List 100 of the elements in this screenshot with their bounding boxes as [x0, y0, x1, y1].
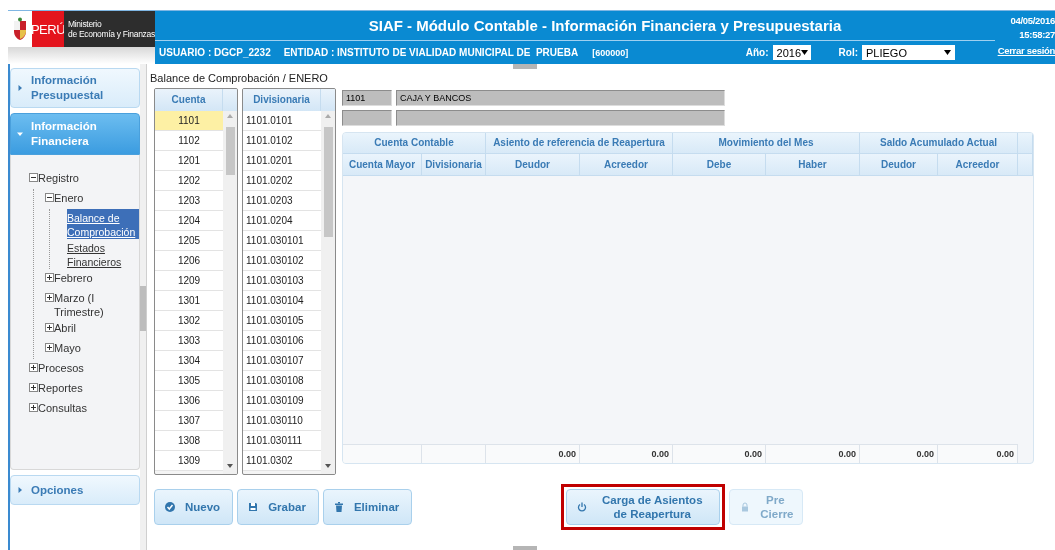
- list-row[interactable]: 1102: [155, 131, 223, 151]
- list-row[interactable]: 1209: [155, 271, 223, 291]
- total-cell: 0.00: [766, 444, 860, 463]
- action-button[interactable]: Nuevo: [154, 489, 234, 525]
- list-row[interactable]: 1308: [155, 431, 223, 451]
- list-row[interactable]: 1101.0302: [243, 451, 321, 471]
- collapse-icon[interactable]: [29, 173, 38, 182]
- trash-icon: [333, 502, 344, 512]
- list-row[interactable]: 1101.0203: [243, 191, 321, 211]
- splitter-handle[interactable]: [513, 546, 537, 550]
- caret-icon: [944, 50, 951, 55]
- power-icon: [577, 502, 588, 512]
- list-row[interactable]: 1101.030110: [243, 411, 321, 431]
- list-row[interactable]: 1101.030106: [243, 331, 321, 351]
- user-label: USUARIO : DGCP_2232: [159, 47, 271, 58]
- tree-item[interactable]: Registro: [38, 169, 79, 185]
- column-header: Deudor: [860, 154, 938, 176]
- subaccount-name-field[interactable]: [396, 110, 725, 126]
- accordion-header[interactable]: Opciones: [10, 475, 140, 505]
- list-row[interactable]: 1201: [155, 151, 223, 171]
- list-row[interactable]: 1101.030105: [243, 311, 321, 331]
- tree-item[interactable]: Enero: [54, 189, 84, 205]
- list-row[interactable]: 1101.030107: [243, 351, 321, 371]
- tree-link[interactable]: Estados Financieros: [67, 239, 139, 269]
- expand-icon[interactable]: [45, 293, 54, 302]
- list-row[interactable]: 1204: [155, 211, 223, 231]
- list-row[interactable]: 1309: [155, 451, 223, 471]
- check-icon: [165, 502, 175, 512]
- list-row[interactable]: 1101.030111: [243, 431, 321, 451]
- year-select[interactable]: 2016: [772, 45, 811, 60]
- tree-item[interactable]: Marzo (I Trimestre): [54, 289, 139, 319]
- list-row[interactable]: 1101.030103: [243, 271, 321, 291]
- list-row[interactable]: 1101.030108: [243, 371, 321, 391]
- list-row[interactable]: 1101.0202: [243, 171, 321, 191]
- list-row[interactable]: 1205: [155, 231, 223, 251]
- expand-icon[interactable]: [29, 363, 38, 372]
- collapse-icon[interactable]: [45, 193, 54, 202]
- list-row[interactable]: 1306: [155, 391, 223, 411]
- account-code-field[interactable]: 1101: [342, 90, 392, 106]
- column-header: Divisionaria: [252, 93, 311, 107]
- scrollbar[interactable]: [140, 64, 146, 550]
- list-row[interactable]: 1101.0102: [243, 131, 321, 151]
- expand-icon[interactable]: [45, 273, 54, 282]
- column-header: Cuenta Mayor: [343, 154, 422, 176]
- list-row[interactable]: 1302: [155, 311, 223, 331]
- tree-item[interactable]: Mayo: [54, 339, 81, 355]
- expand-icon[interactable]: [45, 343, 54, 352]
- action-button[interactable]: Grabar: [237, 489, 319, 525]
- tree-link[interactable]: Balance de Comprobación: [67, 209, 139, 239]
- total-cell: 0.00: [486, 444, 580, 463]
- list-row[interactable]: 1101.030101: [243, 231, 321, 251]
- tree-item[interactable]: Febrero: [54, 269, 93, 285]
- list-row[interactable]: 1307: [155, 411, 223, 431]
- list-row[interactable]: 1203: [155, 191, 223, 211]
- list-row[interactable]: 1101.0201: [243, 151, 321, 171]
- caret-down-icon: [17, 131, 23, 137]
- tree-item[interactable]: Reportes: [38, 379, 83, 395]
- list-row[interactable]: 1301: [155, 291, 223, 311]
- list-row[interactable]: 1101.030102: [243, 251, 321, 271]
- expand-icon[interactable]: [29, 383, 38, 392]
- subaccount-code-field[interactable]: [342, 110, 392, 126]
- list-row[interactable]: 1304: [155, 351, 223, 371]
- column-header: Debe: [673, 154, 766, 176]
- caret-icon: [801, 50, 809, 55]
- column-header: Acreedor: [580, 154, 673, 176]
- total-cell: 0.00: [673, 444, 766, 463]
- date-text: 04/05/2016: [1009, 14, 1055, 28]
- column-header: Haber: [766, 154, 860, 176]
- list-row[interactable]: 1305: [155, 371, 223, 391]
- list-row[interactable]: 1101.0204: [243, 211, 321, 231]
- list-row[interactable]: 1101.0101: [243, 111, 321, 131]
- list-row[interactable]: 1202: [155, 171, 223, 191]
- list-row[interactable]: 1101.030104: [243, 291, 321, 311]
- tree-item[interactable]: Abril: [54, 319, 76, 335]
- column-header: Divisionaria: [422, 154, 486, 176]
- list-row[interactable]: 1303: [155, 331, 223, 351]
- lock-icon: [740, 502, 751, 512]
- list-row[interactable]: 1101.030109: [243, 391, 321, 411]
- action-button[interactable]: Eliminar: [322, 489, 413, 525]
- caret-right-icon: [17, 487, 23, 493]
- role-select[interactable]: PLIEGO: [862, 45, 955, 60]
- total-cell: 0.00: [860, 444, 938, 463]
- tree-item[interactable]: Procesos: [38, 359, 84, 375]
- time-text: 15:58:27: [1018, 28, 1055, 42]
- tree-item[interactable]: Consultas: [38, 399, 87, 415]
- action-button[interactable]: Carga de Asientos de Reapertura: [566, 489, 721, 525]
- expand-icon[interactable]: [29, 403, 38, 412]
- logout-link[interactable]: Cerrar sesión: [997, 44, 1055, 58]
- save-icon: [248, 502, 259, 512]
- coat-of-arms-icon: [12, 17, 28, 41]
- caret-right-icon: [17, 85, 23, 91]
- list-row[interactable]: 1206: [155, 251, 223, 271]
- total-cell: 0.00: [938, 444, 1018, 463]
- app-title: SIAF - Módulo Contable - Información Financiera y Presupuestaria: [367, 16, 843, 36]
- splitter-handle[interactable]: [513, 64, 537, 69]
- expand-icon[interactable]: [45, 323, 54, 332]
- ministry-name: Ministerio de Economía y Finanzas: [64, 11, 155, 47]
- accordion-header[interactable]: Información Presupuestal: [10, 68, 140, 108]
- account-name-field[interactable]: CAJA Y BANCOS: [396, 90, 725, 106]
- list-row[interactable]: 1101: [155, 111, 223, 131]
